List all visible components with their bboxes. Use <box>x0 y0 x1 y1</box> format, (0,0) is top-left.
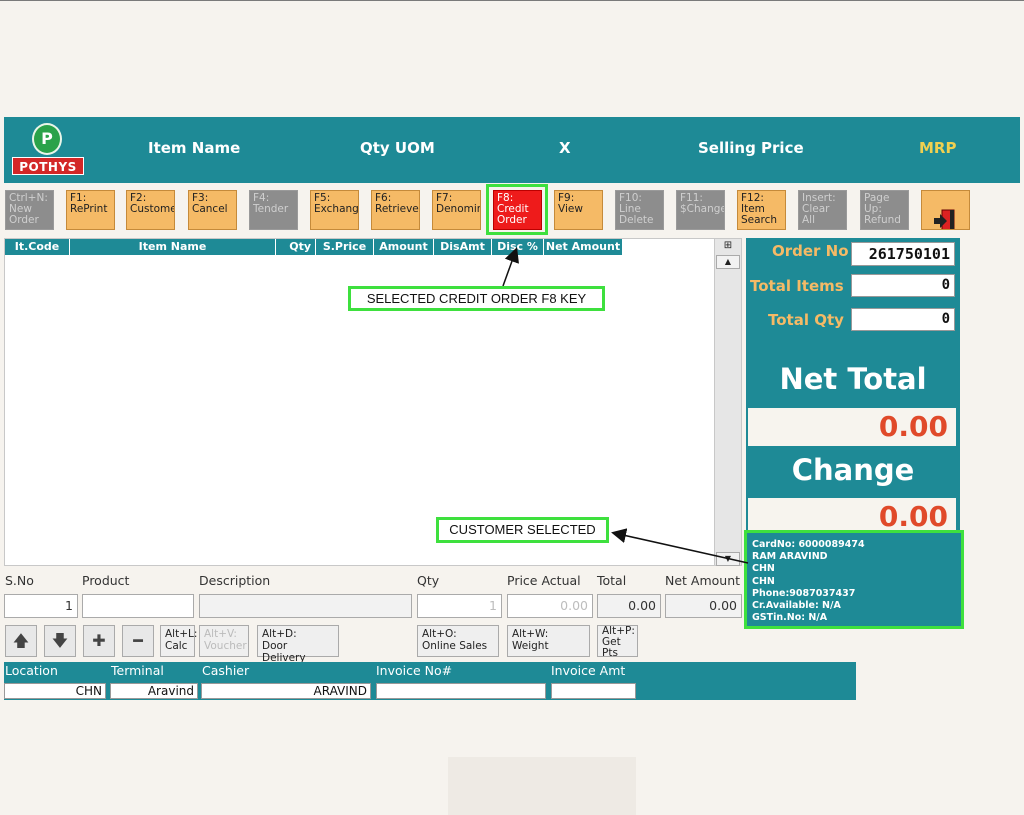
price-actual-field[interactable]: 0.00 <box>507 594 593 618</box>
product-label: Product <box>82 573 130 588</box>
total-field: 0.00 <box>597 594 661 618</box>
calc-button[interactable]: Alt+L: Calc <box>160 625 197 657</box>
customer-selected-annotation: CUSTOMER SELECTED <box>436 517 609 543</box>
door-delivery-button[interactable]: Alt+D: Door Delivery <box>257 625 339 664</box>
total-label: Total <box>597 573 627 588</box>
description-label: Description <box>199 573 271 588</box>
invoice-amt-label: Invoice Amt <box>551 663 626 678</box>
cashier-label: Cashier <box>202 663 250 678</box>
invoice-amt-value <box>551 683 636 699</box>
description-field[interactable] <box>199 594 412 618</box>
footer-bar: Location Terminal Cashier Invoice No# In… <box>4 662 856 700</box>
credit-order-annotation: SELECTED CREDIT ORDER F8 KEY <box>348 286 605 311</box>
minus-icon[interactable]: ━ <box>122 625 154 657</box>
net-amount-label: Net Amount <box>665 573 741 588</box>
sno-label: S.No <box>5 573 34 588</box>
terminal-label: Terminal <box>111 663 164 678</box>
product-input[interactable] <box>82 594 194 618</box>
qty-label: Qty <box>417 573 440 588</box>
price-actual-label: Price Actual <box>507 573 581 588</box>
cashier-value: ARAVIND <box>201 683 371 699</box>
plus-icon[interactable]: ✚ <box>83 625 115 657</box>
background-panel <box>448 757 636 815</box>
sno-field[interactable]: 1 <box>4 594 78 618</box>
voucher-button[interactable]: Alt+V: Voucher <box>199 625 249 657</box>
qty-input[interactable]: 1 <box>417 594 502 618</box>
terminal-value: Aravind <box>110 683 198 699</box>
move-up-icon[interactable]: 🡅 <box>5 625 37 657</box>
net-amount-field: 0.00 <box>665 594 742 618</box>
get-pts-button[interactable]: Alt+P: Get Pts <box>597 625 638 657</box>
invoice-no-value <box>376 683 546 699</box>
invoice-no-label: Invoice No# <box>376 663 453 678</box>
move-down-icon[interactable]: 🡇 <box>44 625 76 657</box>
weight-button[interactable]: Alt+W: Weight <box>507 625 590 657</box>
location-label: Location <box>5 663 58 678</box>
online-sales-button[interactable]: Alt+O: Online Sales <box>417 625 499 657</box>
location-value: CHN <box>4 683 106 699</box>
